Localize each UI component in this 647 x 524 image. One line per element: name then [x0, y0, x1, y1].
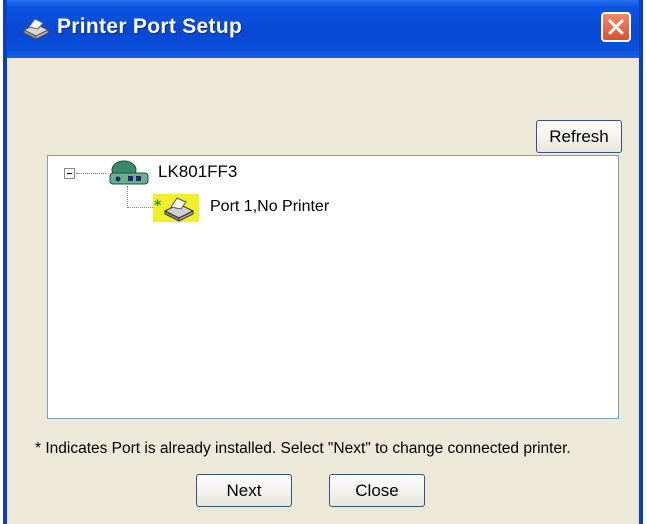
- print-server-icon: [109, 160, 149, 185]
- server-label[interactable]: LK801FF3: [158, 162, 237, 182]
- window-title: Printer Port Setup: [57, 15, 243, 38]
- port-printer-icon[interactable]: *: [153, 194, 199, 222]
- close-button[interactable]: Close: [329, 474, 425, 507]
- next-button[interactable]: Next: [196, 474, 292, 507]
- close-window-button[interactable]: [601, 12, 631, 42]
- tree-connector: [127, 186, 128, 208]
- tree-connector: [76, 173, 106, 174]
- title-bar: Printer Port Setup: [7, 0, 639, 58]
- printer-port-setup-dialog: Printer Port Setup Refresh LK801FF3 * Po…: [3, 0, 643, 524]
- refresh-button[interactable]: Refresh: [536, 120, 622, 153]
- tree-connector: [127, 207, 153, 208]
- installed-port-note: * Indicates Port is already installed. S…: [35, 440, 571, 457]
- port-label[interactable]: Port 1,No Printer: [210, 198, 329, 216]
- printer-icon: *: [154, 197, 195, 222]
- device-tree-view[interactable]: LK801FF3 * Port 1,No Printer: [47, 155, 619, 419]
- installed-marker: *: [154, 198, 162, 214]
- close-icon: [608, 19, 624, 35]
- collapse-toggle[interactable]: [64, 168, 75, 179]
- printer-icon: [22, 18, 50, 40]
